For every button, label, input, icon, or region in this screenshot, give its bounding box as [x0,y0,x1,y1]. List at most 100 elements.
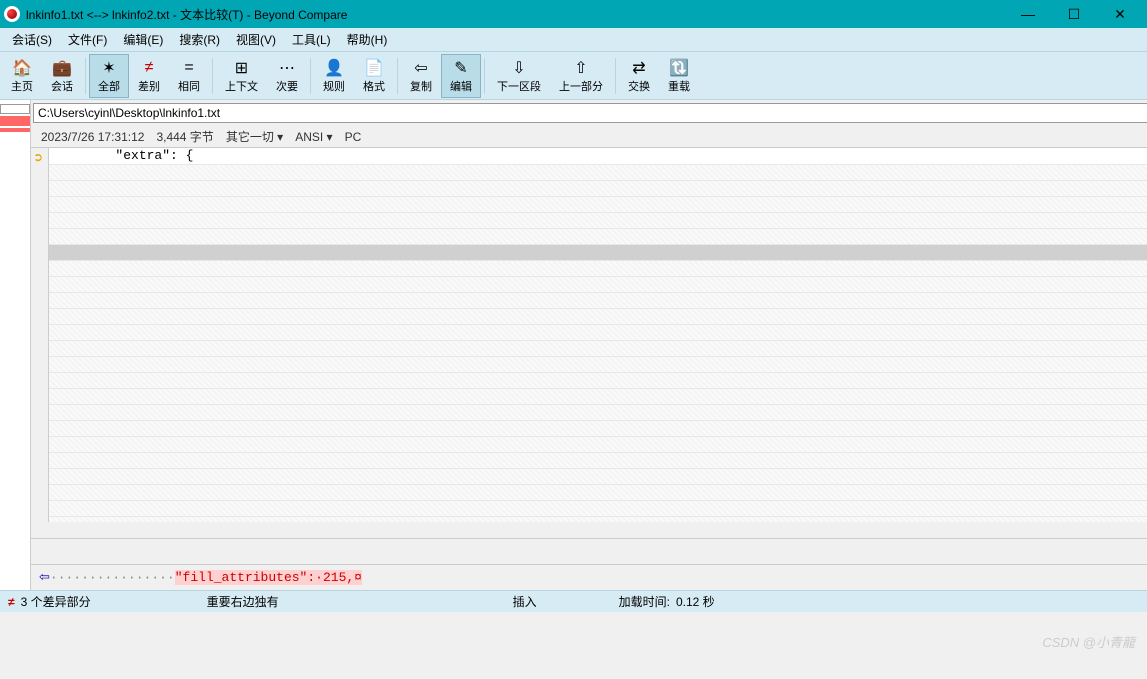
toolbar-上一部分-button[interactable]: ⇧上一部分 [550,54,612,98]
toolbar-separator [212,58,213,94]
toolbar-上下文-button[interactable]: ⊞上下文 [216,54,267,98]
menubar: 会话(S)文件(F)编辑(E)搜索(R)视图(V)工具(L)帮助(H) [0,28,1147,52]
overview-diff-swatch [0,116,30,126]
left-pane[interactable]: "extra": { "DISTRIBUTED_LINK_TRACKER_BLO… [49,148,1147,522]
compare-panes: ▾ 📂 ▾ 💾 ▾ 📂 ▾ 💾 2023/7/26 17:31:12 3,444… [31,100,1147,590]
menu-item[interactable]: 搜索(R) [171,28,228,51]
toolbar-icon: 📄 [364,58,384,78]
toolbar-label: 复制 [410,78,432,94]
menu-item[interactable]: 编辑(E) [115,28,171,51]
path-row: ▾ 📂 ▾ 💾 ▾ 📂 ▾ 💾 [31,100,1147,126]
statusbar: ≠ 3 个差异部分 重要右边独有 插入 加载时间: 0.12 秒 [0,590,1147,612]
code-line[interactable] [49,164,1147,180]
toolbar-separator [615,58,616,94]
code-line[interactable] [49,244,1147,260]
maximize-button[interactable]: ☐ [1051,0,1097,28]
window-controls: — ☐ ✕ [1005,0,1143,28]
toolbar-全部-button[interactable]: ✶全部 [89,54,129,98]
code-line[interactable] [49,516,1147,522]
code-line[interactable] [49,420,1147,436]
window-title: lnkinfo1.txt <--> lnkinfo2.txt - 文本比较(T)… [26,6,1005,23]
code-line[interactable] [49,372,1147,388]
toolbar-label: 下一区段 [497,78,541,94]
code-line[interactable] [49,436,1147,452]
toolbar-icon: ⋯ [279,58,295,78]
menu-item[interactable]: 视图(V) [228,28,284,51]
neq-icon: ≠ [8,595,15,609]
toolbar-label: 差别 [138,78,160,94]
left-hscroll[interactable] [31,522,1147,538]
code-line[interactable] [49,452,1147,468]
toolbar-次要-button[interactable]: ⋯次要 [267,54,307,98]
left-info: 2023/7/26 17:31:12 3,444 字节 其它一切 ▾ ANSI … [31,126,1147,147]
toolbar-主页-button[interactable]: 🏠主页 [2,54,42,98]
watermark: CSDN @小青龍 [1042,632,1135,651]
toolbar-格式-button[interactable]: 📄格式 [354,54,394,98]
toolbar-icon: ⊞ [235,58,248,78]
toolbar-label: 编辑 [450,78,472,94]
left-other-dropdown[interactable]: 其它一切 [226,130,274,144]
code-line[interactable] [49,308,1147,324]
left-path-input[interactable] [33,103,1147,123]
toolbar-label: 重载 [668,78,690,94]
toolbar-icon: ✶ [102,58,115,78]
toolbar-重载-button[interactable]: 🔃重载 [659,54,699,98]
code-line[interactable] [49,468,1147,484]
toolbar-相同-button[interactable]: =相同 [169,54,209,98]
merge-dots: ················ [50,570,175,585]
overview-swatch [0,104,30,114]
toolbar-复制-button[interactable]: ⇦复制 [401,54,441,98]
code-line[interactable] [49,292,1147,308]
close-button[interactable]: ✕ [1097,0,1143,28]
left-bottom-info [31,538,1147,564]
left-gutter: ➲ [31,148,49,522]
menu-item[interactable]: 会话(S) [4,28,60,51]
thumbnail-column[interactable] [0,100,31,590]
toolbar-label: 次要 [276,78,298,94]
code-line[interactable] [49,484,1147,500]
menu-item[interactable]: 帮助(H) [339,28,396,51]
toolbar: 🏠主页💼会话✶全部≠差别=相同⊞上下文⋯次要👤规则📄格式⇦复制✎编辑⇩下一区段⇧… [0,52,1147,100]
toolbar-icon: 👤 [324,58,344,78]
menu-item[interactable]: 工具(L) [284,28,339,51]
toolbar-label: 上一部分 [559,78,603,94]
left-timestamp: 2023/7/26 17:31:12 [41,130,144,144]
code-line[interactable] [49,212,1147,228]
code-line[interactable] [49,324,1147,340]
code-line[interactable] [49,228,1147,244]
merge-line-row[interactable]: ⇦ ················ "fill_attributes": ·2… [31,564,1147,590]
toolbar-规则-button[interactable]: 👤规则 [314,54,354,98]
toolbar-下一区段-button[interactable]: ⇩下一区段 [488,54,550,98]
code-line[interactable] [49,196,1147,212]
toolbar-会话-button[interactable]: 💼会话 [42,54,82,98]
left-size: 3,444 字节 [156,128,213,145]
left-platform: PC [345,130,362,144]
code-line[interactable] [49,340,1147,356]
code-line[interactable] [49,276,1147,292]
toolbar-差别-button[interactable]: ≠差别 [129,54,169,98]
code-line[interactable] [49,260,1147,276]
diff-count: 3 个差异部分 [21,593,121,610]
left-path-cell: ▾ 📂 ▾ 💾 [31,100,1147,126]
toolbar-icon: = [184,58,193,78]
left-encoding-dropdown[interactable]: ANSI [295,130,323,144]
toolbar-编辑-button[interactable]: ✎编辑 [441,54,481,98]
code-line[interactable]: "extra": { [49,148,1147,164]
toolbar-交换-button[interactable]: ⇄交换 [619,54,659,98]
toolbar-label: 主页 [11,78,33,94]
overview-diff-swatch [0,128,30,132]
toolbar-label: 规则 [323,78,345,94]
code-line[interactable] [49,180,1147,196]
toolbar-separator [85,58,86,94]
code-line[interactable] [49,500,1147,516]
toolbar-icon: 🏠 [12,58,32,78]
minimize-button[interactable]: — [1005,0,1051,28]
menu-item[interactable]: 文件(F) [60,28,115,51]
toolbar-label: 格式 [363,78,385,94]
code-line[interactable] [49,388,1147,404]
merge-arrow-icon: ⇦ [39,570,50,585]
main-area: ▾ 📂 ▾ 💾 ▾ 📂 ▾ 💾 2023/7/26 17:31:12 3,444… [0,100,1147,590]
code-line[interactable] [49,404,1147,420]
toolbar-icon: 🔃 [669,58,689,78]
code-line[interactable] [49,356,1147,372]
